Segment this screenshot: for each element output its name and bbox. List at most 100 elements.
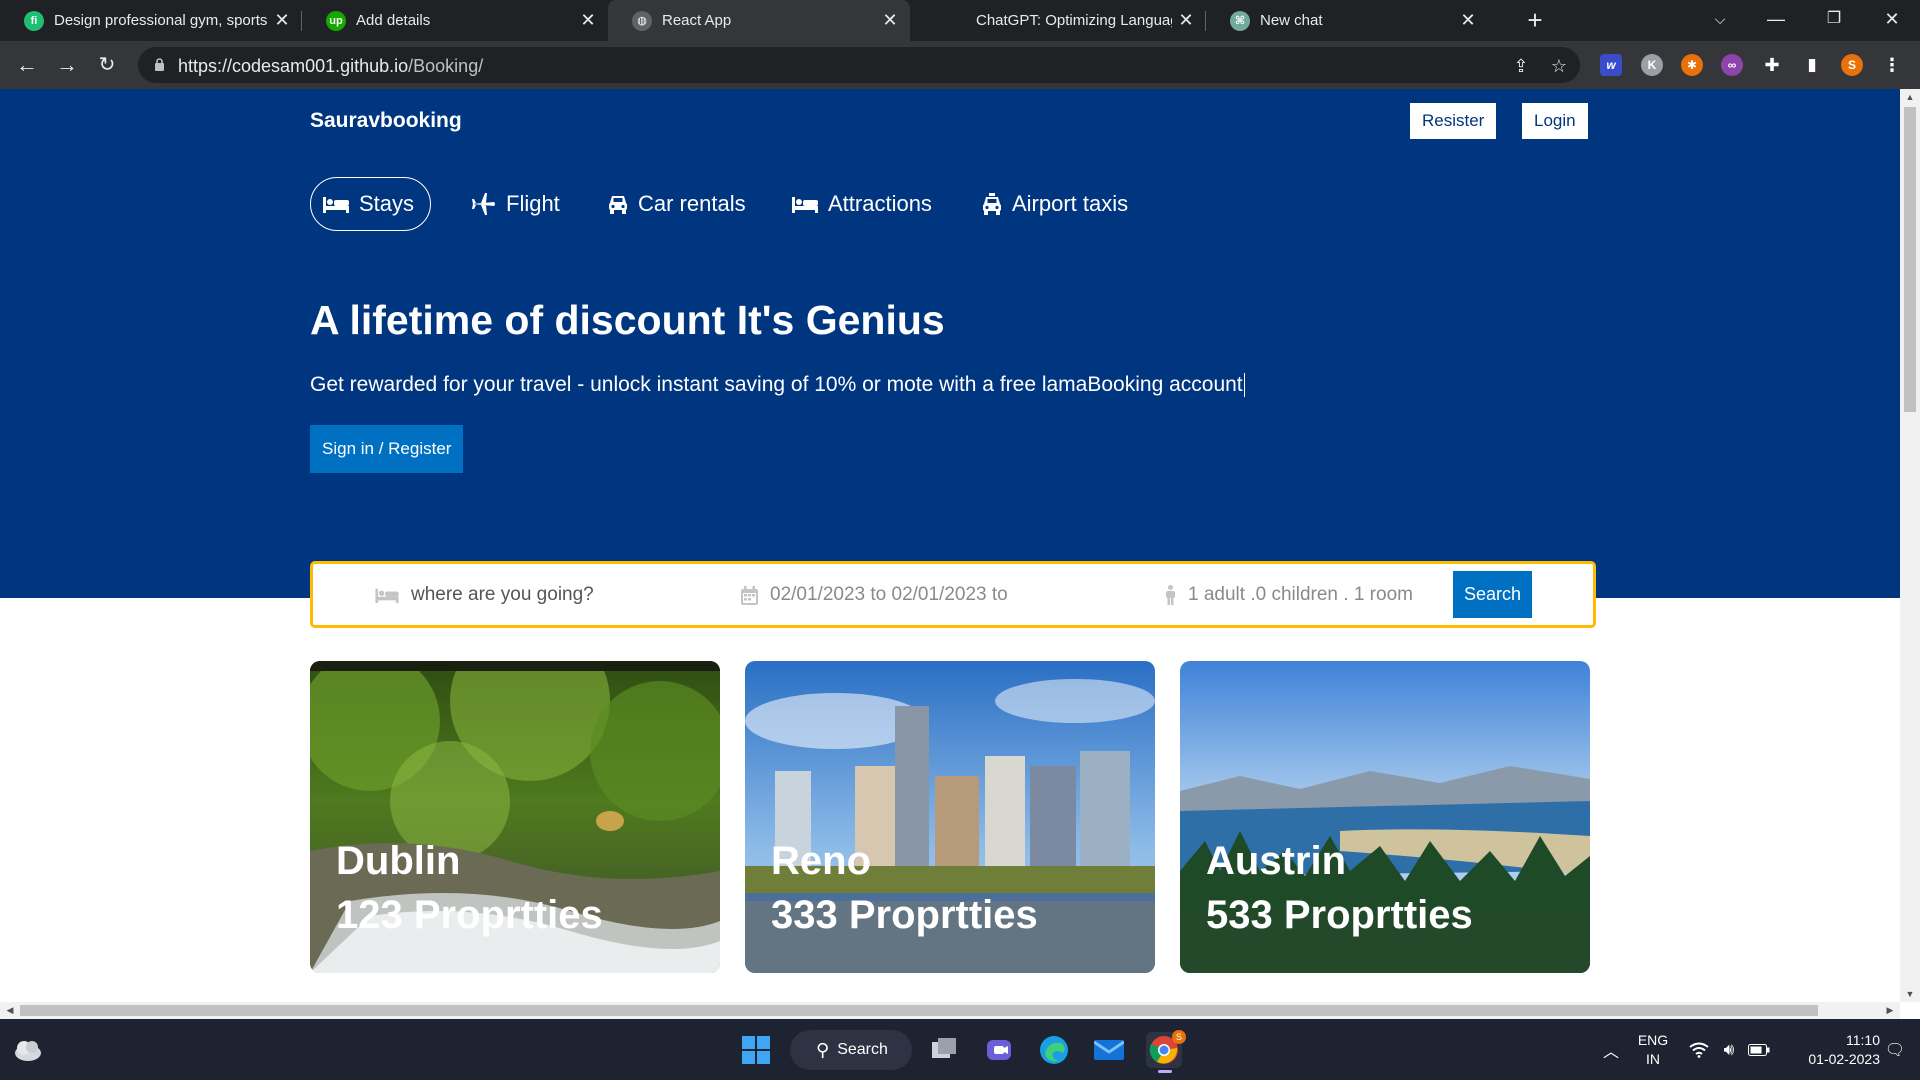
forward-icon[interactable]: → bbox=[51, 49, 83, 81]
card-count: 123 Proprtties bbox=[336, 893, 603, 937]
scroll-up-arrow-icon[interactable]: ▲ bbox=[1900, 89, 1920, 105]
close-tab-icon[interactable]: ✕ bbox=[268, 10, 296, 31]
register-button[interactable]: Resister bbox=[1410, 103, 1497, 139]
calendar-icon bbox=[741, 585, 758, 605]
notifications-icon[interactable]: 🗨︎ bbox=[1880, 1019, 1910, 1080]
teams-chat-icon[interactable] bbox=[981, 1032, 1017, 1068]
weather-icon[interactable] bbox=[10, 1032, 46, 1068]
page-viewport: Sauravbooking Resister Login Stays Fligh… bbox=[0, 89, 1900, 1002]
featured-card-dublin[interactable]: Dublin 123 Proprtties bbox=[310, 661, 720, 973]
taskbar-search-button[interactable]: ⚲ Search bbox=[790, 1030, 912, 1070]
card-city: Austrin bbox=[1206, 839, 1346, 883]
extension-icon[interactable]: ✱ bbox=[1681, 54, 1703, 76]
browser-tab[interactable]: ⌘ New chat ✕ bbox=[1206, 0, 1488, 41]
horizontal-scroll-thumb[interactable] bbox=[20, 1005, 1818, 1016]
vertical-scroll-thumb[interactable] bbox=[1904, 107, 1916, 412]
restore-button[interactable]: ❐ bbox=[1806, 0, 1862, 41]
browser-tab[interactable]: up Add details ✕ bbox=[302, 0, 608, 41]
close-tab-icon[interactable]: ✕ bbox=[1454, 10, 1482, 31]
close-tab-icon[interactable]: ✕ bbox=[1172, 10, 1200, 31]
language-indicator[interactable]: ENG IN bbox=[1628, 1019, 1678, 1080]
text-cursor bbox=[1243, 373, 1245, 398]
task-view-icon[interactable] bbox=[926, 1032, 962, 1068]
search-icon: ⚲ bbox=[816, 1039, 830, 1060]
card-city: Reno bbox=[771, 839, 871, 883]
tab-car-rentals-label: Car rentals bbox=[638, 191, 746, 216]
extension-icon[interactable]: ∞ bbox=[1721, 54, 1743, 76]
tab-airport-taxis[interactable]: Airport taxis bbox=[982, 177, 1128, 231]
battery-icon[interactable] bbox=[1744, 1019, 1774, 1080]
search-button[interactable]: Search bbox=[1453, 571, 1532, 618]
menu-kebab-icon[interactable]: ⋮ bbox=[1881, 54, 1903, 76]
tab-flight[interactable]: Flight bbox=[472, 177, 560, 231]
edge-browser-icon[interactable] bbox=[1036, 1032, 1072, 1068]
search-bar: 02/01/2023 to 02/01/2023 to 1 adult .0 c… bbox=[310, 561, 1596, 628]
browser-tab-active[interactable]: ◍ React App ✕ bbox=[608, 0, 910, 41]
scroll-down-arrow-icon[interactable]: ▼ bbox=[1900, 986, 1920, 1002]
scroll-right-arrow-icon[interactable]: ▶ bbox=[1882, 1002, 1898, 1019]
url-text: https://codesam001.github.io/Booking/ bbox=[178, 56, 483, 77]
tab-stays[interactable]: Stays bbox=[310, 177, 432, 231]
browser-tab[interactable]: ChatGPT: Optimizing Language Mo ✕ bbox=[910, 0, 1206, 41]
destination-input[interactable] bbox=[411, 584, 711, 606]
sign-in-register-button[interactable]: Sign in / Register bbox=[310, 425, 464, 473]
url-path: /Booking/ bbox=[408, 56, 484, 76]
tab-search-icon[interactable]: ⌵ bbox=[1692, 0, 1748, 41]
clock-time: 11:10 bbox=[1846, 1031, 1880, 1048]
brand-logo[interactable]: Sauravbooking bbox=[310, 109, 462, 133]
browser-tab[interactable]: fi Design professional gym, sports, an ✕ bbox=[0, 0, 302, 41]
taxi-icon bbox=[983, 193, 1001, 215]
close-window-button[interactable]: ✕ bbox=[1864, 0, 1920, 41]
hero-description-text: Get rewarded for your travel - unlock in… bbox=[310, 373, 1243, 396]
upwork-icon: up bbox=[326, 10, 346, 31]
clock[interactable]: 11:10 01-02-2023 bbox=[1782, 1019, 1880, 1080]
profile-avatar[interactable]: S bbox=[1841, 54, 1863, 76]
login-button[interactable]: Login bbox=[1522, 103, 1588, 139]
featured-card-reno[interactable]: Reno 333 Proprtties bbox=[745, 661, 1155, 973]
tab-attractions-label: Attractions bbox=[828, 191, 932, 216]
new-tab-button[interactable]: + bbox=[1520, 6, 1550, 36]
hero-header: Sauravbooking Resister Login Stays Fligh… bbox=[0, 89, 1900, 598]
person-icon bbox=[1166, 585, 1175, 605]
show-hidden-icons-icon[interactable]: ︿ bbox=[1596, 1019, 1626, 1080]
url-host: https://codesam001.github.io bbox=[178, 56, 409, 76]
extensions-puzzle-icon[interactable]: ✚ bbox=[1761, 54, 1783, 76]
share-icon[interactable]: ⇪ bbox=[1510, 55, 1532, 77]
bookmark-star-icon[interactable]: ☆ bbox=[1548, 55, 1570, 77]
extension-k-label: K bbox=[1647, 58, 1657, 72]
extension-k-icon[interactable]: K bbox=[1641, 54, 1663, 76]
side-panel-icon[interactable]: ▮ bbox=[1801, 54, 1823, 76]
date-range-text: 02/01/2023 to 02/01/2023 to bbox=[770, 584, 1008, 605]
tab-car-rentals[interactable]: Car rentals bbox=[608, 177, 746, 231]
start-windows-icon[interactable] bbox=[738, 1032, 774, 1068]
wifi-icon[interactable] bbox=[1684, 1019, 1714, 1080]
back-icon[interactable]: ← bbox=[11, 49, 43, 81]
tab-flight-label: Flight bbox=[506, 191, 560, 216]
featured-card-austrin[interactable]: Austrin 533 Proprtties bbox=[1180, 661, 1590, 973]
destination-field[interactable] bbox=[375, 584, 711, 606]
minimize-button[interactable]: — bbox=[1748, 0, 1804, 41]
guests-field[interactable]: 1 adult .0 children . 1 room bbox=[1165, 584, 1413, 606]
hero-description: Get rewarded for your travel - unlock in… bbox=[310, 373, 1245, 398]
extension-icon[interactable]: w bbox=[1600, 54, 1622, 76]
scroll-left-arrow-icon[interactable]: ◀ bbox=[2, 1002, 18, 1019]
windows-taskbar: ⚲ Search S ︿ ENG IN 🔊︎ 11:10 01-02-2023 … bbox=[0, 1019, 1920, 1080]
close-tab-icon[interactable]: ✕ bbox=[876, 10, 904, 31]
tab-title: New chat bbox=[1260, 12, 1323, 29]
card-count: 333 Proprtties bbox=[771, 893, 1038, 937]
mail-icon[interactable] bbox=[1091, 1032, 1127, 1068]
close-tab-icon[interactable]: ✕ bbox=[574, 10, 602, 31]
profile-initial: S bbox=[1847, 58, 1856, 72]
active-app-indicator bbox=[1158, 1070, 1172, 1073]
vertical-scrollbar[interactable]: ▲ ▼ bbox=[1900, 89, 1920, 1002]
fiverr-icon: fi bbox=[24, 10, 44, 31]
reload-icon[interactable]: ↻ bbox=[91, 49, 123, 81]
tab-attractions[interactable]: Attractions bbox=[792, 177, 932, 231]
horizontal-scrollbar[interactable]: ◀ ▶ bbox=[0, 1002, 1900, 1019]
bed-icon bbox=[323, 197, 349, 213]
volume-icon[interactable]: 🔊︎ bbox=[1714, 1019, 1744, 1080]
address-bar[interactable]: https://codesam001.github.io/Booking/ ⇪ … bbox=[138, 47, 1580, 83]
chrome-profile-badge: S bbox=[1172, 1030, 1186, 1044]
chrome-taskbar-icon[interactable]: S bbox=[1146, 1030, 1186, 1073]
date-range-field[interactable]: 02/01/2023 to 02/01/2023 to bbox=[741, 584, 1008, 606]
